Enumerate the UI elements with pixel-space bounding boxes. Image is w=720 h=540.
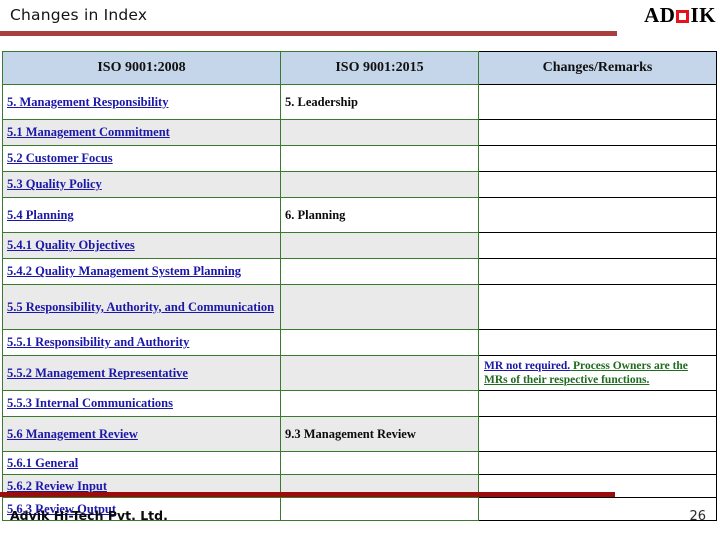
red-square-icon xyxy=(676,10,690,23)
column-header-iso-2015: ISO 9001:2015 xyxy=(280,51,479,85)
footer-company-name: Advik Hi-Tech Pvt. Ltd. xyxy=(10,508,168,523)
cell-iso-2008-clause[interactable]: 5.6.1 General xyxy=(2,451,281,475)
table-row: 5.4.1 Quality Objectives xyxy=(2,232,717,259)
table-body: 5. Management Responsibility 5. Leadershi… xyxy=(2,84,717,521)
table-row: 5.4 Planning 6. Planning xyxy=(2,197,717,233)
cell-iso-2008-clause[interactable]: 5.5.2 Management Representative xyxy=(2,355,281,391)
cell-changes-remarks xyxy=(478,171,717,198)
cell-changes-remarks xyxy=(478,119,717,146)
cell-iso-2015-clause xyxy=(280,497,479,521)
cell-iso-2008-clause[interactable]: 5.4 Planning xyxy=(2,197,281,233)
cell-iso-2015-clause xyxy=(280,284,479,330)
page-title: Changes in Index xyxy=(10,6,148,24)
cell-iso-2015-clause xyxy=(280,329,479,356)
cell-iso-2008-clause[interactable]: 5.2 Customer Focus xyxy=(2,145,281,172)
cell-iso-2008-clause[interactable]: 5.5.1 Responsibility and Authority xyxy=(2,329,281,356)
cell-iso-2008-clause[interactable]: 5.5 Responsibility, Authority, and Commu… xyxy=(2,284,281,330)
cell-iso-2008-clause[interactable]: 5.3 Quality Policy xyxy=(2,171,281,198)
table-header: ISO 9001:2008 ISO 9001:2015 Changes/Rema… xyxy=(2,51,717,85)
column-header-iso-2008: ISO 9001:2008 xyxy=(2,51,281,85)
table-row: 5.6.1 General xyxy=(2,451,717,475)
cell-changes-remarks xyxy=(478,451,717,475)
cell-iso-2015-clause xyxy=(280,145,479,172)
cell-iso-2008-clause[interactable]: 5.6 Management Review xyxy=(2,416,281,452)
cell-iso-2015-clause xyxy=(280,171,479,198)
brand-logo: AD IK xyxy=(644,5,716,26)
cell-changes-remarks xyxy=(478,197,717,233)
cell-changes-remarks xyxy=(478,145,717,172)
table-row: 5.3 Quality Policy xyxy=(2,171,717,198)
table-row: 5.5 Responsibility, Authority, and Commu… xyxy=(2,284,717,330)
cell-iso-2015-clause: 9.3 Management Review xyxy=(280,416,479,452)
slide-header: Changes in Index AD IK xyxy=(0,0,720,36)
table-row: 5.5.3 Internal Communications xyxy=(2,390,717,417)
cell-iso-2015-clause xyxy=(280,451,479,475)
cell-iso-2015-clause: 6. Planning xyxy=(280,197,479,233)
cell-iso-2008-clause[interactable]: 5.5.3 Internal Communications xyxy=(2,390,281,417)
cell-changes-remarks xyxy=(478,284,717,330)
cell-changes-remarks xyxy=(478,232,717,259)
cell-changes-remarks xyxy=(478,416,717,452)
brand-logo-text-after: IK xyxy=(690,3,716,27)
cell-changes-remarks xyxy=(478,329,717,356)
cell-changes-remarks xyxy=(478,390,717,417)
footer-divider xyxy=(0,492,615,497)
cell-changes-remarks xyxy=(478,258,717,285)
cell-iso-2008-clause[interactable]: 5.4.2 Quality Management System Planning xyxy=(2,258,281,285)
header-divider xyxy=(0,31,617,36)
table-row: 5.5.1 Responsibility and Authority xyxy=(2,329,717,356)
cell-changes-remarks xyxy=(478,84,717,120)
page-number: 26 xyxy=(689,509,706,524)
cell-iso-2015-clause xyxy=(280,355,479,391)
cell-iso-2015-clause xyxy=(280,232,479,259)
cell-iso-2008-clause[interactable]: 5.4.1 Quality Objectives xyxy=(2,232,281,259)
cell-iso-2008-clause[interactable]: 5.1 Management Commitment xyxy=(2,119,281,146)
table-header-row: ISO 9001:2008 ISO 9001:2015 Changes/Rema… xyxy=(2,51,717,85)
changes-index-table: ISO 9001:2008 ISO 9001:2015 Changes/Rema… xyxy=(2,51,717,521)
cell-iso-2015-clause: 5. Leadership xyxy=(280,84,479,120)
table-row: 5. Management Responsibility 5. Leadershi… xyxy=(2,84,717,120)
column-header-remarks: Changes/Remarks xyxy=(478,51,717,85)
table-row: 5.2 Customer Focus xyxy=(2,145,717,172)
table-row: 5.4.2 Quality Management System Planning xyxy=(2,258,717,285)
remark-primary-text: MR not required. xyxy=(484,359,571,372)
brand-logo-text-before: AD xyxy=(644,3,676,27)
table-row: 5.1 Management Commitment xyxy=(2,119,717,146)
table-row: 5.6 Management Review 9.3 Management Revi… xyxy=(2,416,717,452)
cell-iso-2015-clause xyxy=(280,119,479,146)
cell-iso-2015-clause xyxy=(280,390,479,417)
cell-changes-remarks: MR not required. Process Owners are the … xyxy=(478,355,717,391)
table-row: 5.5.2 Management Representative MR not re… xyxy=(2,355,717,391)
cell-iso-2015-clause xyxy=(280,258,479,285)
cell-changes-remarks xyxy=(478,497,717,521)
cell-iso-2008-clause[interactable]: 5. Management Responsibility xyxy=(2,84,281,120)
